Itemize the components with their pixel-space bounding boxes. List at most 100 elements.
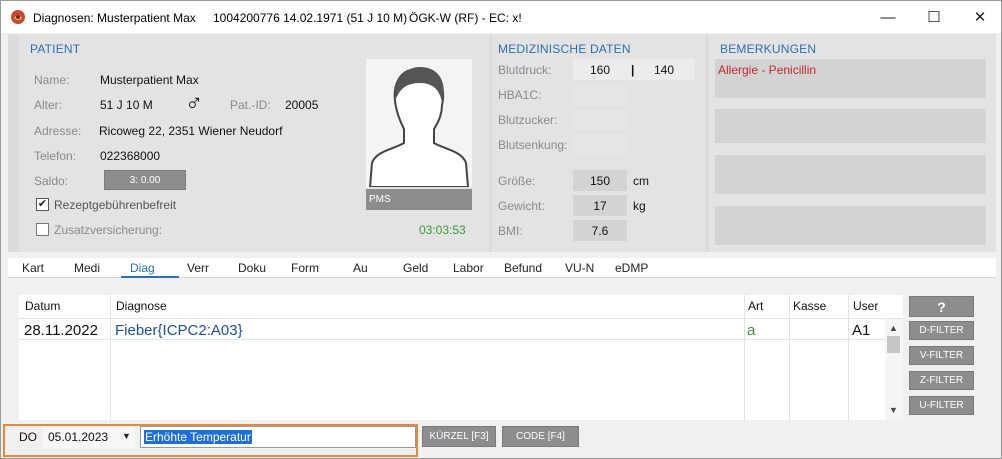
address-label: Adresse:: [34, 124, 82, 138]
patient-name: Musterpatient Max: [100, 73, 199, 87]
remark-field-4[interactable]: [715, 206, 986, 245]
groesse-field[interactable]: 150: [573, 170, 627, 191]
minimize-button[interactable]: —: [865, 1, 911, 33]
tab-geld[interactable]: Geld: [403, 261, 428, 275]
tab-medi[interactable]: Medi: [74, 261, 100, 275]
col-divider: [848, 295, 849, 420]
tab-verr[interactable]: Verr: [187, 261, 209, 275]
window-title: Diagnosen: Musterpatient Max: [33, 11, 196, 25]
bp-separator: |: [631, 62, 635, 77]
cell-user: A1: [852, 322, 871, 339]
cell-datum: 28.11.2022: [24, 322, 98, 339]
medical-section-title: MEDIZINISCHE DATEN: [498, 42, 631, 56]
header-user[interactable]: User: [853, 299, 878, 313]
tab-kart[interactable]: Kart: [22, 261, 44, 275]
patient-id-info: 1004200776 14.02.1971 (51 J 10 M): [213, 11, 408, 25]
hba1c-label: HBA1C:: [498, 88, 542, 102]
male-gender-icon: ♂: [185, 90, 203, 117]
phone-label: Telefon:: [34, 149, 77, 163]
session-timer: 03:03:53: [419, 223, 466, 237]
avatar-silhouette-icon: [368, 67, 470, 188]
col-divider: [110, 295, 111, 420]
patid-label: Pat.-ID:: [230, 98, 271, 112]
saldo-button[interactable]: 3: 0.00: [104, 170, 186, 190]
patient-id: 20005: [285, 98, 319, 112]
v-filter-button[interactable]: V-FILTER: [909, 346, 974, 365]
kuerzel-button[interactable]: KÜRZEL [F3]: [422, 426, 496, 447]
tab-befund[interactable]: Befund: [504, 261, 542, 275]
patient-age: 51 J 10 M: [100, 98, 153, 112]
patient-address: Ricoweg 22, 2351 Wiener Neudorf: [99, 124, 283, 138]
tab-au[interactable]: Au: [353, 261, 368, 275]
header-datum[interactable]: Datum: [25, 299, 60, 313]
col-divider: [789, 295, 790, 420]
code-button[interactable]: CODE [F4]: [502, 426, 579, 447]
scroll-up-icon[interactable]: ▲: [889, 323, 898, 333]
scroll-down-icon[interactable]: ▼: [889, 405, 898, 415]
blutzucker-label: Blutzucker:: [498, 113, 558, 127]
zusatz-label: Zusatzversicherung:: [54, 223, 163, 237]
patient-panel: PATIENT Name: Musterpatient Max Alter: 5…: [19, 34, 489, 252]
maximize-button[interactable]: ☐: [911, 1, 957, 33]
z-filter-button[interactable]: Z-FILTER: [909, 371, 974, 390]
tab-form[interactable]: Form: [291, 261, 319, 275]
table-scrollbar[interactable]: ▲ ▼: [885, 319, 903, 420]
title-bar: Diagnosen: Musterpatient Max 1004200776 …: [1, 1, 1001, 33]
bmi-field: 7.6: [573, 220, 627, 241]
medical-panel: MEDIZINISCHE DATEN Blutdruck: 160 | 140 …: [492, 34, 705, 252]
rezept-checkbox[interactable]: ✔: [36, 198, 49, 211]
header-diagnose[interactable]: Diagnose: [116, 299, 167, 313]
patient-photo: [366, 59, 472, 188]
blood-pressure-field[interactable]: 160 | 140: [573, 59, 695, 80]
patient-section-title: PATIENT: [30, 42, 81, 56]
col-divider: [744, 295, 745, 420]
remark-field-1[interactable]: Allergie - Penicillin: [715, 59, 986, 98]
remark-field-3[interactable]: [715, 155, 986, 194]
hba1c-field[interactable]: [573, 84, 628, 105]
header-art[interactable]: Art: [748, 299, 763, 313]
bp-diastolic: 140: [654, 62, 675, 77]
saldo-label: Saldo:: [34, 174, 69, 188]
app-logo-icon: [11, 10, 25, 24]
bp-systolic: 160: [590, 62, 611, 77]
active-tab-indicator: [121, 276, 179, 278]
u-filter-button[interactable]: U-FILTER: [909, 396, 974, 415]
tab-labor[interactable]: Labor: [453, 261, 484, 275]
diagnosis-window: Diagnosen: Musterpatient Max 1004200776 …: [0, 0, 1002, 459]
gewicht-unit: kg: [633, 199, 646, 213]
gewicht-label: Gewicht:: [498, 199, 545, 213]
cell-diagnose: Fieber{ICPC2:A03}: [115, 322, 243, 339]
blutzucker-field[interactable]: [573, 109, 628, 130]
rezept-label: Rezeptgebührenbefreit: [54, 198, 177, 212]
name-label: Name:: [34, 73, 70, 87]
age-label: Alter:: [34, 98, 63, 112]
tab-diag[interactable]: Diag: [130, 261, 155, 275]
d-filter-button[interactable]: D-FILTER: [909, 321, 974, 340]
blutsenkung-field[interactable]: [573, 134, 628, 155]
tab-doku[interactable]: Doku: [238, 261, 266, 275]
zusatz-checkbox[interactable]: [36, 223, 49, 236]
header-kasse[interactable]: Kasse: [793, 299, 826, 313]
close-button[interactable]: ✕: [957, 1, 1002, 33]
row-divider: [19, 339, 903, 340]
header-divider: [19, 318, 903, 319]
insurance-info: ÖGK-W (RF) - EC: x!: [409, 11, 522, 25]
cell-art: a: [747, 322, 756, 339]
patient-phone: 022368000: [100, 149, 161, 163]
entry-highlight: [3, 424, 418, 457]
remarks-section-title: BEMERKUNGEN: [720, 42, 817, 56]
remarks-panel: BEMERKUNGEN Allergie - Penicillin: [709, 34, 996, 252]
gewicht-field[interactable]: 17: [573, 195, 627, 216]
diagnosis-table: Datum Diagnose Art Kasse User 28.11.2022…: [19, 295, 903, 420]
groesse-unit: cm: [633, 174, 649, 188]
tab-edmp[interactable]: eDMP: [615, 261, 648, 275]
blutsenkung-label: Blutsenkung:: [498, 138, 568, 152]
tab-bar: Kart Medi Diag Verr Doku Form Au Geld La…: [8, 258, 996, 278]
scroll-thumb[interactable]: [887, 336, 900, 353]
groesse-label: Größe:: [498, 174, 536, 188]
remark-field-2[interactable]: [715, 109, 986, 143]
bmi-label: BMI:: [498, 224, 523, 238]
tab-vu-n[interactable]: VU-N: [565, 261, 594, 275]
photo-caption: PMS: [366, 189, 472, 210]
help-button[interactable]: ?: [909, 296, 974, 317]
